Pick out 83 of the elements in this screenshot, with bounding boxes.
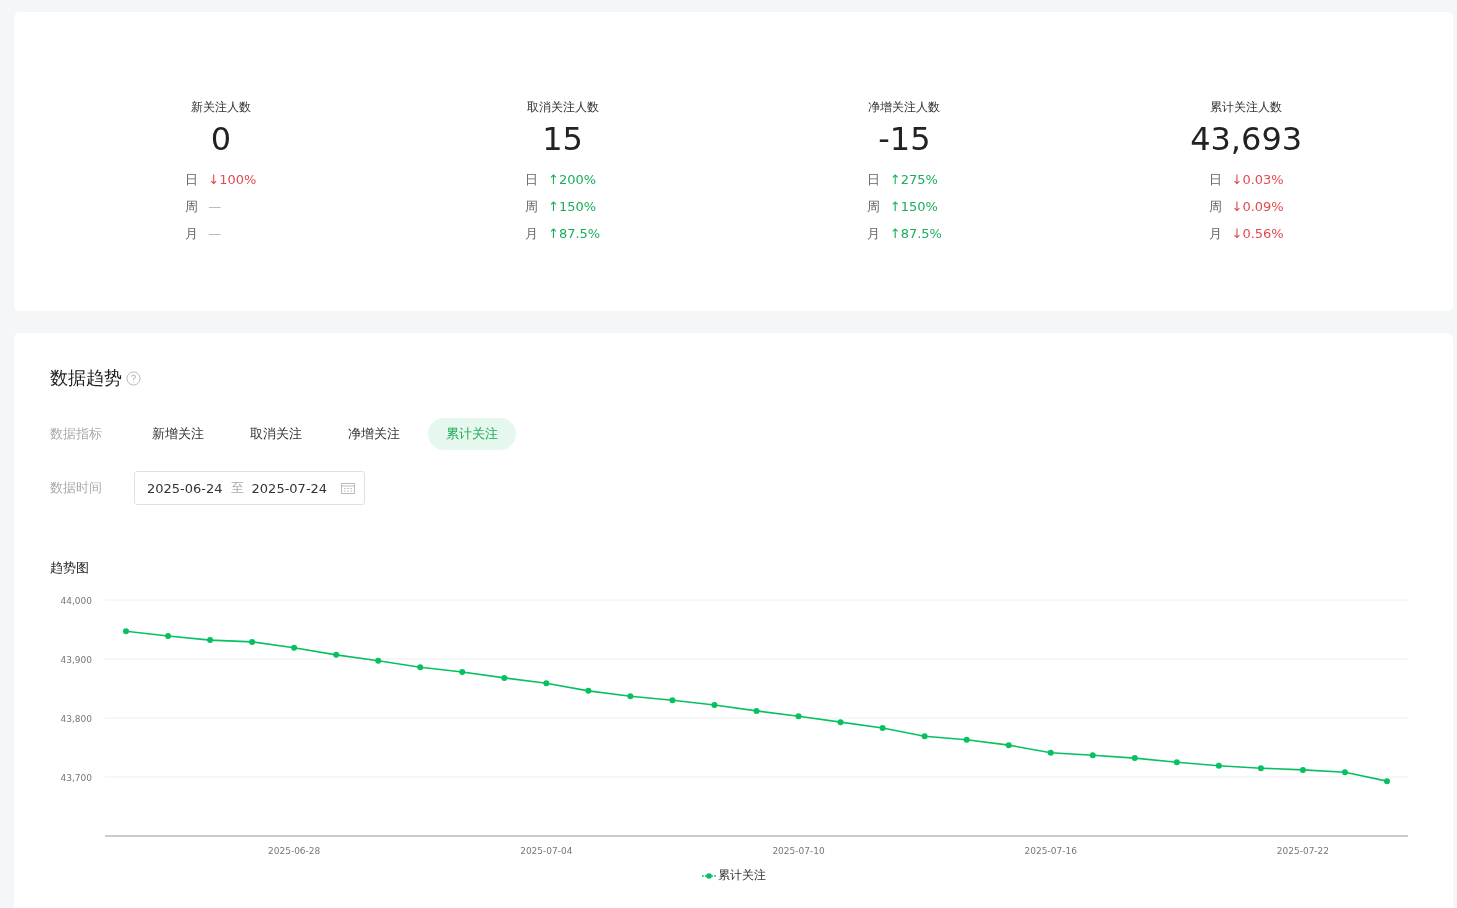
point — [753, 707, 760, 714]
calendar-icon[interactable] — [341, 482, 356, 494]
legend-label[interactable]: 累计关注 — [717, 867, 766, 884]
filter-label: 数据时间 — [50, 479, 103, 497]
metric-tab[interactable]: 取消关注 — [232, 418, 320, 450]
point — [1341, 769, 1348, 776]
point — [1215, 762, 1222, 769]
stat-label: 新关注人数 — [190, 99, 251, 115]
y-axis-label: 43,700 — [60, 773, 92, 783]
change-value: ↑200% — [548, 172, 597, 187]
point — [459, 668, 466, 675]
section-title: 数据趋势 — [50, 366, 122, 390]
point — [165, 632, 172, 639]
x-axis-label: 2025-06-28 — [268, 846, 321, 856]
point — [375, 657, 382, 664]
period-label: 周 — [185, 197, 199, 216]
point — [963, 736, 970, 743]
period-label: 月 — [185, 224, 199, 243]
point — [1089, 752, 1096, 759]
y-axis-label: 43,800 — [60, 714, 92, 724]
point — [1005, 742, 1012, 749]
change-value: ↑87.5% — [889, 226, 942, 241]
change-value: — — [208, 199, 222, 214]
change-value: ↓100% — [208, 172, 257, 187]
point — [1173, 759, 1180, 766]
period-label: 日 — [525, 170, 538, 189]
point — [1257, 765, 1264, 772]
stat-label: 累计关注人数 — [1210, 99, 1283, 115]
period-label: 周 — [1208, 197, 1222, 216]
stat-label: 净增关注人数 — [868, 99, 941, 115]
x-axis-label: 2025-07-16 — [1024, 846, 1077, 856]
point — [669, 697, 676, 704]
stat-label: 取消关注人数 — [526, 99, 599, 115]
point — [1047, 749, 1054, 756]
point — [543, 680, 550, 687]
point — [1131, 755, 1138, 762]
change-value: ↑150% — [548, 199, 597, 214]
point — [207, 637, 214, 644]
point — [417, 664, 424, 671]
point — [1299, 766, 1306, 773]
stat-value: -15 — [878, 119, 931, 159]
point — [627, 693, 634, 700]
point — [879, 725, 886, 732]
period-label: 周 — [525, 197, 538, 216]
period-label: 周 — [866, 197, 880, 216]
period-label: 月 — [1208, 224, 1222, 243]
stat-value: 15 — [542, 119, 583, 159]
point — [291, 644, 298, 651]
x-axis-label: 2025-07-22 — [1276, 846, 1330, 856]
date-range-field[interactable]: 2025-06-24 至 2025-07-24 — [134, 471, 366, 505]
change-value: ↑87.5% — [548, 226, 601, 241]
x-axis-label: 2025-07-10 — [772, 846, 825, 856]
period-label: 月 — [866, 224, 880, 243]
change-value: ↑275% — [889, 172, 938, 187]
point — [1383, 778, 1390, 785]
change-value: ↑150% — [889, 199, 938, 214]
point — [123, 628, 130, 635]
metric-tab[interactable]: 净增关注 — [330, 418, 418, 450]
change-value: — — [208, 226, 222, 241]
point — [837, 719, 844, 726]
chart-title: 趋势图 — [50, 559, 90, 577]
filter-label: 数据指标 — [50, 425, 103, 443]
point — [795, 713, 802, 720]
point — [501, 674, 508, 681]
change-value: ↓0.03% — [1231, 172, 1284, 187]
stat-value: 0 — [210, 119, 232, 159]
period-label: 日 — [185, 170, 199, 189]
period-label: 日 — [866, 170, 880, 189]
y-axis-label: 44,000 — [60, 596, 92, 606]
point — [585, 687, 592, 694]
stat-value: 43,693 — [1190, 119, 1303, 159]
point — [711, 702, 718, 709]
metric-tab[interactable]: 新增关注 — [134, 418, 222, 450]
y-axis-label: 43,900 — [60, 655, 92, 665]
point — [249, 638, 256, 645]
change-value: ↓0.09% — [1231, 199, 1284, 214]
x-axis-label: 2025-07-04 — [520, 846, 573, 856]
change-value: ↓0.56% — [1231, 226, 1284, 241]
point — [921, 733, 928, 740]
help-icon[interactable] — [126, 370, 141, 386]
point — [333, 651, 340, 658]
period-label: 月 — [525, 224, 538, 243]
period-label: 日 — [1208, 170, 1222, 189]
